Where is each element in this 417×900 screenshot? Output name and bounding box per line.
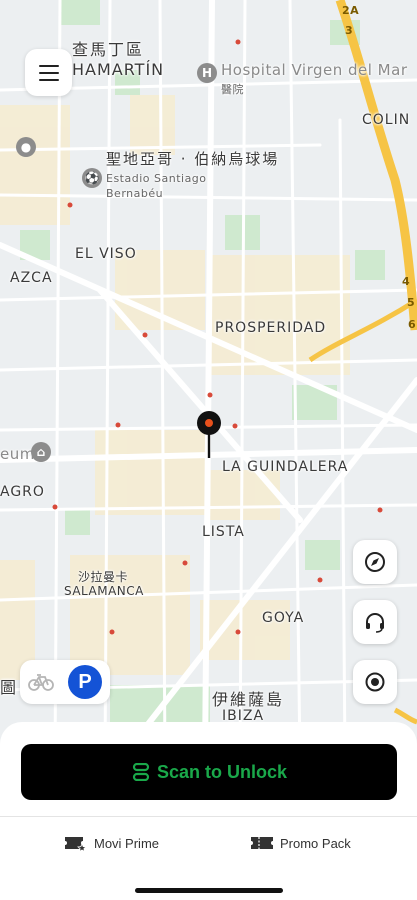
map-label-ibiza-cjk: 伊維薩島 [212,690,285,709]
menu-button[interactable] [25,49,72,96]
map-label-el-viso: EL VISO [75,246,137,262]
map-label-chamartin-cjk: 查馬丁區 [72,40,145,59]
map-label-colina: COLIN [362,112,411,128]
map-label-castellana: AGRO [0,484,45,500]
ticket-icon [251,837,273,849]
map-label-stadium-2: Bernabéu [106,187,164,200]
hospital-icon[interactable]: H [197,63,217,83]
tab-movi-prime-label: Movi Prime [94,835,160,851]
map-label-stadium-1: Estadio Santiago [106,172,207,185]
hamburger-icon [38,64,59,81]
sheet-divider [0,816,417,817]
map-label-salamanca: SALAMANCA [64,584,144,598]
compass-icon [365,552,385,572]
map-label-goya: GOYA [262,610,305,626]
map-label-salamanca-cjk: 沙拉曼卡 [78,570,129,584]
headset-icon [366,613,384,633]
highway-shield-6: 6 [408,318,417,331]
ticket-star-icon [65,837,87,852]
map-label-hospital-cjk: 醫院 [221,83,244,96]
map-label-hospital: Hospital Virgen del Mar [221,61,408,79]
bottom-sheet: Scan to Unlock Movi Prime Promo Pack [0,722,417,900]
museum-icon[interactable]: ⌂ [31,442,51,462]
support-button[interactable] [353,600,397,644]
map-label-zone-cjk: 圖 [0,678,19,697]
map-label-lista: LISTA [202,524,245,540]
scan-to-unlock-button[interactable]: Scan to Unlock [21,744,397,800]
scan-icon [132,763,150,781]
stadium-icon[interactable]: ⚽ [82,168,102,188]
highway-shield-5: 5 [407,296,416,309]
map-label-museum: eum [0,445,35,463]
pin-poi-icon[interactable]: ● [16,137,36,157]
map-label-stadium-cjk: 聖地亞哥 · 伯納烏球場 [106,150,280,168]
tab-promo-pack-label: Promo Pack [280,835,351,851]
parking-icon[interactable]: P [68,665,102,699]
highway-shield-4: 4 [402,275,411,288]
map-label-chamartin: HAMARTÍN [72,60,165,79]
map-label-la-guindalera: LA GUINDALERA [222,459,349,475]
tab-promo-pack[interactable]: Promo Pack [250,830,351,856]
target-icon [365,672,385,692]
tab-movi-prime[interactable]: Movi Prime [64,830,159,856]
highway-shield-2a: 2A [342,4,360,17]
map-canvas [0,0,417,760]
locate-me-button[interactable] [353,660,397,704]
map-view[interactable]: 查馬丁區 HAMARTÍN H Hospital Virgen del Mar … [0,0,417,760]
highway-shield-3: 3 [345,24,354,37]
home-indicator [135,888,283,893]
map-label-prosperidad: PROSPERIDAD [215,320,327,336]
bicycle-icon[interactable] [28,673,54,691]
vehicle-mode-toggle[interactable]: P [20,660,110,704]
location-pin-icon[interactable] [196,410,222,458]
scan-button-label: Scan to Unlock [156,761,288,782]
compass-button[interactable] [353,540,397,584]
map-label-azca: AZCA [10,270,53,286]
